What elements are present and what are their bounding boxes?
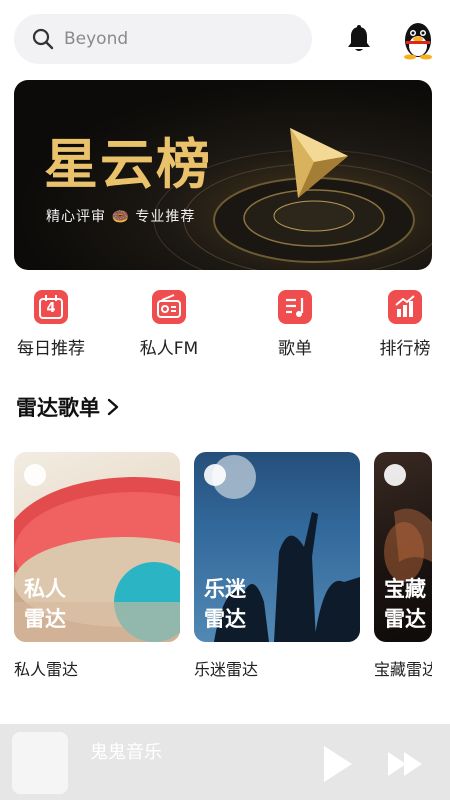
radar-badge-icon (204, 464, 226, 486)
menu-label: 私人FM (139, 339, 199, 359)
calendar-icon: 4 (34, 290, 68, 324)
chevron-right-icon (107, 398, 119, 416)
card-cover-title: 宝藏 雷达 (384, 577, 426, 631)
menu-playlist[interactable]: 歌单 (250, 290, 340, 359)
card-cover-title: 私人 雷达 (24, 577, 66, 631)
song-title: 鬼鬼音乐 (90, 742, 162, 763)
playlist-card-treasure-radar[interactable]: 宝藏 雷达 (374, 452, 432, 642)
playlist-icon (278, 290, 312, 324)
playlist-card-private-radar[interactable]: 私人 雷达 (14, 452, 180, 642)
radar-badge-icon (384, 464, 406, 486)
menu-label: 歌单 (278, 339, 312, 359)
menu-daily-recommend[interactable]: 4 每日推荐 (6, 290, 96, 359)
play-triangle-icon (290, 128, 348, 198)
menu-ranking[interactable]: 排行榜 (360, 290, 450, 359)
qq-penguin-icon[interactable] (400, 20, 436, 60)
radar-badge-icon (24, 464, 46, 486)
card-cover-title: 乐迷 雷达 (204, 577, 246, 631)
banner-title: 星云榜 (44, 132, 212, 196)
search-input[interactable]: Beyond (64, 29, 128, 49)
menu-private-fm[interactable]: 私人FM (124, 290, 214, 359)
banner[interactable]: 星云榜 精心评审 🍩 专业推荐 (14, 80, 432, 270)
banner-subtitle: 精心评审 🍩 专业推荐 (46, 209, 196, 225)
menu-label: 每日推荐 (17, 339, 85, 359)
section-title-text: 雷达歌单 (16, 396, 100, 420)
mini-player[interactable]: 鬼鬼音乐 (0, 724, 450, 800)
section-title-radar[interactable]: 雷达歌单 (16, 392, 120, 422)
card-label: 乐迷雷达 (194, 660, 259, 679)
ranking-icon (388, 290, 422, 324)
album-thumbnail[interactable] (12, 732, 68, 794)
card-label: 私人雷达 (14, 660, 79, 679)
menu-label: 排行榜 (379, 339, 431, 359)
card-label: 宝藏雷达 (374, 660, 432, 679)
play-icon[interactable] (320, 744, 354, 784)
playlist-card-fan-radar[interactable]: 乐迷 雷达 (194, 452, 360, 642)
radio-icon (152, 290, 186, 324)
search-icon (32, 28, 54, 50)
calendar-day: 4 (46, 301, 56, 316)
search-bar[interactable]: Beyond (14, 14, 312, 64)
next-icon[interactable] (386, 750, 426, 778)
bell-icon[interactable] (344, 24, 374, 54)
